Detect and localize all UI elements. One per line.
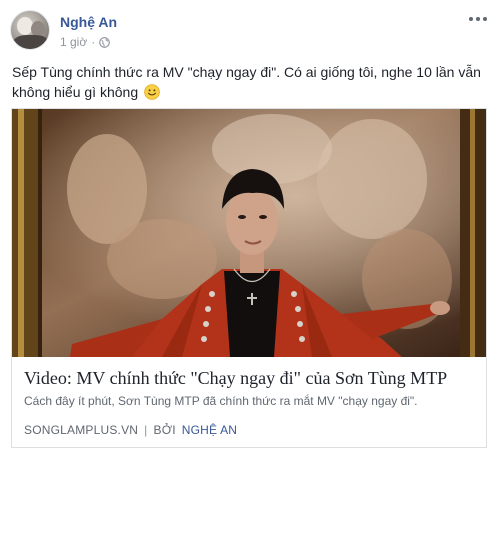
link-source: SONGLAMPLUS.VN | BỞI NGHỆ AN [24,423,474,437]
link-preview-card[interactable]: Video: MV chính thức "Chạy ngay đi" của … [11,108,487,448]
more-options-icon[interactable] [468,12,488,26]
link-card-body: Video: MV chính thức "Chạy ngay đi" của … [12,357,486,447]
smile-icon [144,84,160,100]
post-timestamp[interactable]: 1 giờ [60,35,87,49]
source-domain: SONGLAMPLUS.VN [24,423,139,437]
page-avatar[interactable] [10,10,50,50]
post-message: Sếp Tùng chính thức ra MV "chạy ngay đi"… [12,64,481,100]
video-thumbnail[interactable] [12,109,486,357]
link-description: Cách đây ít phút, Sơn Tùng MTP đã chính … [24,394,418,408]
post-header: Nghệ An 1 giờ · [10,10,490,54]
by-label: BỞI [153,423,176,437]
feed-post: Nghệ An 1 giờ · Sếp Tùng chính thức ra M… [0,0,498,555]
post-meta: 1 giờ · [60,35,111,49]
source-separator: | [144,423,148,437]
link-title[interactable]: Video: MV chính thức "Chạy ngay đi" của … [24,367,474,389]
page-name-link[interactable]: Nghệ An [60,14,117,30]
globe-icon[interactable] [99,36,111,48]
author-link[interactable]: NGHỆ AN [182,423,237,437]
meta-separator: · [91,35,96,49]
post-text: Sếp Tùng chính thức ra MV "chạy ngay đi"… [12,62,488,102]
